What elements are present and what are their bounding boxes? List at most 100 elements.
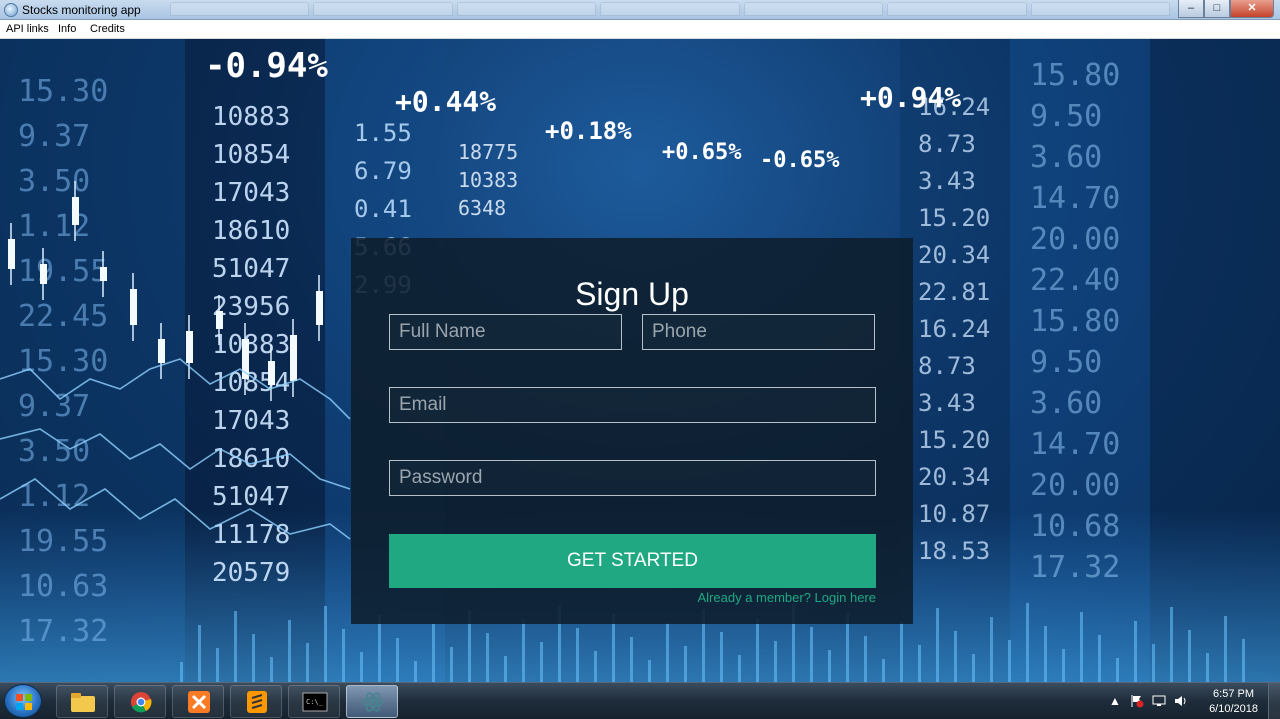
ticker-value: 9.50: [1030, 99, 1102, 134]
app-icon: [4, 3, 18, 17]
ticker-value: 14.70: [1030, 427, 1120, 462]
ticker-value: 3.43: [918, 167, 976, 195]
ticker-value: 1.12: [18, 479, 90, 514]
ticker-value: 17.32: [18, 614, 108, 649]
candle-body: [268, 361, 275, 385]
floor-bar: [306, 643, 309, 682]
ticker-value: 10383: [458, 168, 518, 192]
maximize-button[interactable]: □: [1204, 0, 1230, 18]
get-started-button[interactable]: GET STARTED: [389, 534, 876, 588]
ticker-value: 1.12: [18, 209, 90, 244]
floor-bar: [576, 628, 579, 682]
floor-bar: [1098, 635, 1101, 682]
ticker-value: 22.45: [18, 299, 108, 334]
candle-body: [72, 197, 79, 225]
background-tabs: [170, 2, 1170, 18]
taskbar-sublime[interactable]: [230, 685, 282, 718]
taskbar-clock[interactable]: 6:57 PM 6/10/2018: [1209, 687, 1258, 717]
full-name-input[interactable]: [389, 314, 622, 350]
floor-bar: [216, 648, 219, 682]
floor-bar: [918, 645, 921, 682]
ticker-value: 16.24: [918, 315, 990, 343]
ticker-value: 20.00: [1030, 468, 1120, 503]
floor-bar: [360, 652, 363, 682]
ticker-value: 17.32: [1030, 550, 1120, 585]
start-button[interactable]: [4, 684, 42, 718]
menu-item-credits[interactable]: Credits: [90, 23, 125, 35]
percent-change-label: +0.44%: [395, 85, 496, 118]
floor-bar: [504, 656, 507, 682]
floor-bar: [198, 625, 201, 682]
network-icon[interactable]: [1152, 694, 1166, 708]
floor-bar: [234, 611, 237, 682]
clock-time: 6:57 PM: [1213, 688, 1255, 700]
ticker-value: 18775: [458, 140, 518, 164]
floor-bar: [594, 651, 597, 682]
ticker-value: 8.73: [918, 130, 976, 158]
show-hidden-icons-icon[interactable]: ▲: [1108, 694, 1122, 708]
ticker-value: 18.53: [918, 537, 990, 565]
taskbar-command-prompt[interactable]: C:\_: [288, 685, 340, 718]
menu-item-info[interactable]: Info: [58, 23, 76, 35]
ticker-value: 19.55: [18, 254, 108, 289]
floor-bar: [1134, 621, 1137, 682]
svg-text:C:\_: C:\_: [306, 698, 324, 706]
login-link[interactable]: Already a member? Login here: [698, 590, 877, 605]
floor-bar: [1008, 640, 1011, 682]
folder-icon: [71, 693, 95, 712]
floor-bar: [324, 606, 327, 682]
taskbar-chrome[interactable]: [114, 685, 166, 718]
ticker-value: 11178: [212, 520, 290, 550]
ticker-value: 23956: [212, 292, 290, 322]
ticker-value: 6348: [458, 196, 506, 220]
email-input[interactable]: [389, 387, 876, 423]
taskbar: C:\_ ▲ 6:57 PM 6/10/2018: [0, 682, 1280, 719]
ticker-value: 20.00: [1030, 222, 1120, 257]
ticker-value: 3.60: [1030, 140, 1102, 175]
signup-title: Sign Up: [575, 276, 689, 312]
floor-bar: [1170, 607, 1173, 682]
floor-bar: [1044, 626, 1047, 682]
ticker-value: 10883: [212, 330, 290, 360]
candle-body: [316, 291, 323, 325]
floor-bar: [396, 638, 399, 682]
taskbar-explorer[interactable]: [56, 685, 108, 718]
close-button[interactable]: ✕: [1230, 0, 1274, 18]
candle-body: [158, 339, 165, 363]
password-input[interactable]: [389, 460, 876, 496]
ticker-value: 15.80: [1030, 58, 1120, 93]
volume-icon[interactable]: [1174, 694, 1188, 708]
floor-bar: [432, 624, 435, 682]
ticker-value: 10.87: [918, 500, 990, 528]
floor-bar: [1026, 603, 1029, 682]
floor-bar: [684, 646, 687, 682]
ticker-value: 15.20: [918, 426, 990, 454]
menu-bar: API links Info Credits: [0, 20, 1280, 39]
window-titlebar[interactable]: Stocks monitoring app – □ ✕: [0, 0, 1280, 20]
floor-bar: [738, 655, 741, 682]
floor-bar: [252, 634, 255, 682]
taskbar-xampp[interactable]: [172, 685, 224, 718]
ticker-value: 19.55: [18, 524, 108, 559]
candle-body: [186, 331, 193, 363]
floor-bar: [522, 619, 525, 682]
menu-item-api-links[interactable]: API links: [6, 23, 49, 35]
ticker-value: 10.63: [18, 569, 108, 604]
percent-change-label: -0.65%: [760, 148, 840, 173]
ticker-value: 10854: [212, 368, 290, 398]
floor-bar: [1188, 630, 1191, 682]
floor-bar: [450, 647, 453, 682]
floor-bar: [666, 623, 669, 682]
show-desktop-button[interactable]: [1268, 683, 1280, 719]
minimize-button[interactable]: –: [1178, 0, 1204, 18]
ticker-value: 22.81: [918, 278, 990, 306]
floor-bar: [882, 659, 885, 682]
floor-bar: [414, 661, 417, 682]
ticker-value: 15.20: [918, 204, 990, 232]
taskbar-electron-app[interactable]: [346, 685, 398, 718]
ticker-value: 17043: [212, 178, 290, 208]
window-title: Stocks monitoring app: [22, 3, 141, 17]
phone-input[interactable]: [642, 314, 875, 350]
floor-bar: [342, 629, 345, 682]
action-center-flag-icon[interactable]: [1130, 694, 1144, 708]
